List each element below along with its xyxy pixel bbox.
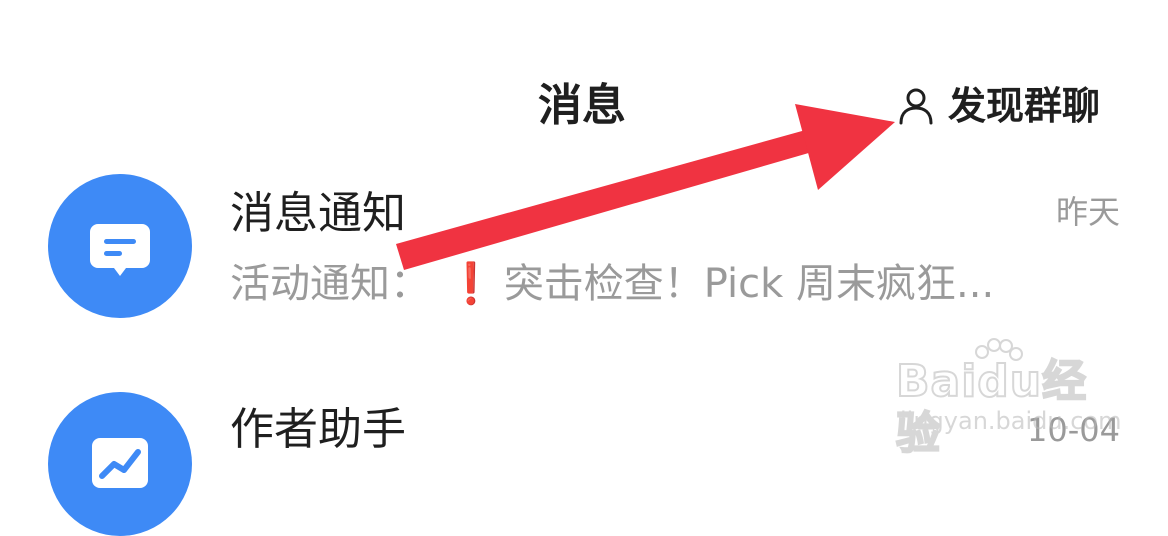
message-time: 昨天 (1055, 193, 1120, 231)
chat-bubble-icon (48, 174, 192, 318)
trend-chart-icon (48, 392, 192, 536)
person-icon (896, 86, 936, 126)
discover-group-chat-label: 发现群聊 (948, 84, 1101, 128)
message-title: 消息通知 (230, 188, 406, 239)
page-title: 消息 (538, 80, 626, 131)
preview-text: 突击检查！Pick 周末疯狂... (503, 261, 995, 307)
list-item-message-notification[interactable]: 消息通知 昨天 活动通知： ❗ 突击检查！Pick 周末疯狂... (0, 170, 1168, 350)
list-item-author-assistant[interactable]: 作者助手 10-04 (0, 386, 1168, 536)
message-time: 10-04 (1027, 411, 1120, 449)
exclamation-icon: ❗ (446, 261, 496, 307)
message-preview: 活动通知： ❗ 突击检查！Pick 周末疯狂... (230, 258, 1060, 310)
preview-prefix: 活动通知： (230, 261, 430, 307)
message-title: 作者助手 (230, 404, 406, 455)
discover-group-chat-button[interactable]: 发现群聊 (896, 80, 1100, 132)
